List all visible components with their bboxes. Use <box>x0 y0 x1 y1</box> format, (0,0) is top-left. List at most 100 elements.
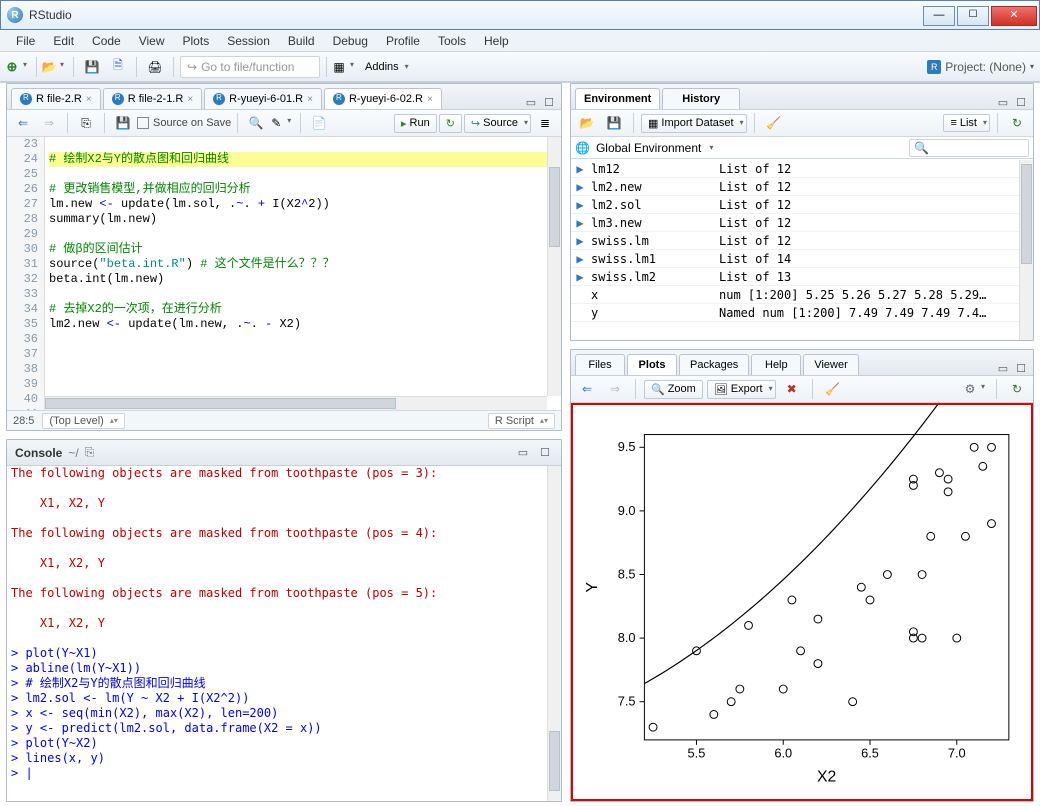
menu-view[interactable]: View <box>131 32 173 50</box>
menu-file[interactable]: File <box>8 32 43 50</box>
editor-hscrollbar[interactable] <box>45 396 547 410</box>
close-tab-icon[interactable]: × <box>307 94 313 105</box>
show-in-new-window-button[interactable]: ⎘ <box>74 112 98 134</box>
clear-workspace-button[interactable]: 🧹 <box>762 112 786 134</box>
environment-scope-selector[interactable]: Global Environment <box>594 140 715 156</box>
env-row[interactable]: xnum [1:200] 5.25 5.26 5.27 5.28 5.29… <box>571 286 1019 304</box>
load-workspace-button[interactable]: 📂 <box>575 112 599 134</box>
goto-file-input[interactable]: ↪ Go to file/function <box>180 56 320 78</box>
back-button[interactable]: ⇐ <box>11 112 35 134</box>
prev-plot-button[interactable]: ⇐ <box>575 378 599 400</box>
menu-tools[interactable]: Tools <box>430 32 474 50</box>
close-button[interactable]: ✕ <box>991 6 1037 26</box>
pane-minimize-icon[interactable]: ▭ <box>995 361 1011 375</box>
clear-plots-button[interactable]: 🧹 <box>821 378 845 400</box>
tab-help[interactable]: Help <box>751 354 801 375</box>
tab-plots[interactable]: Plots <box>627 354 677 375</box>
env-vscrollbar[interactable] <box>1019 160 1033 340</box>
expand-icon[interactable]: ▶ <box>571 198 589 212</box>
expand-icon[interactable]: ▶ <box>571 162 589 176</box>
console-vscrollbar[interactable] <box>547 466 561 801</box>
expand-icon[interactable]: ▶ <box>571 234 589 248</box>
find-button[interactable]: 🔍 <box>244 112 268 134</box>
menu-code[interactable]: Code <box>84 32 129 50</box>
env-row[interactable]: ▶swiss.lm2List of 13 <box>571 268 1019 286</box>
editor-vscrollbar[interactable] <box>547 137 561 396</box>
scope-selector[interactable]: (Top Level)▴▾ <box>42 413 124 429</box>
source-button[interactable]: ↪Source <box>464 114 531 133</box>
tab-environment[interactable]: Environment <box>575 88 660 109</box>
next-plot-button[interactable]: ⇒ <box>603 378 627 400</box>
pane-maximize-icon[interactable]: ☐ <box>1013 361 1029 375</box>
menu-debug[interactable]: Debug <box>325 32 376 50</box>
pane-minimize-icon[interactable]: ▭ <box>523 95 539 109</box>
refresh-env-button[interactable]: ↻ <box>1005 112 1029 134</box>
source-tab[interactable]: R file-2-1.R× <box>103 88 202 109</box>
file-type-selector[interactable]: R Script▴▾ <box>488 413 555 429</box>
run-button[interactable]: ▸Run <box>394 114 437 133</box>
tab-files[interactable]: Files <box>575 354 625 375</box>
expand-icon[interactable]: ▶ <box>571 180 589 194</box>
pane-minimize-icon[interactable]: ▭ <box>995 95 1011 109</box>
menu-profile[interactable]: Profile <box>378 32 428 50</box>
menu-help[interactable]: Help <box>476 32 517 50</box>
expand-icon[interactable]: ▶ <box>571 216 589 230</box>
console-popout-icon[interactable]: ⎘ <box>85 445 95 460</box>
tab-viewer[interactable]: Viewer <box>803 354 858 375</box>
menu-edit[interactable]: Edit <box>45 32 82 50</box>
pane-maximize-icon[interactable]: ☐ <box>537 446 553 460</box>
minimize-button[interactable]: — <box>923 6 955 26</box>
save-workspace-button[interactable]: 💾 <box>602 112 626 134</box>
refresh-plot-button[interactable]: ↻ <box>1005 378 1029 400</box>
env-row[interactable]: ▶lm12List of 12 <box>571 160 1019 178</box>
menu-plots[interactable]: Plots <box>175 32 218 50</box>
new-file-button[interactable]: ⊕ <box>6 56 30 78</box>
source-tab[interactable]: R-yueyi-6-02.R× <box>324 88 442 109</box>
export-button[interactable]: 🖼 Export <box>707 380 776 399</box>
list-view-button[interactable]: ≡ List <box>943 114 990 132</box>
outline-button[interactable]: ≣ <box>533 112 557 134</box>
wand-button[interactable]: ✎ <box>270 112 294 134</box>
project-menu[interactable]: R Project: (None) ▾ <box>927 60 1034 74</box>
env-row[interactable]: yNamed num [1:200] 7.49 7.49 7.49 7.4… <box>571 304 1019 322</box>
env-row[interactable]: ▶swiss.lm1List of 14 <box>571 250 1019 268</box>
save-button[interactable]: 💾 <box>80 56 104 78</box>
tab-packages[interactable]: Packages <box>679 354 749 375</box>
expand-icon[interactable]: ▶ <box>571 270 589 284</box>
open-file-button[interactable]: 📂 <box>43 56 67 78</box>
expand-icon[interactable] <box>571 306 589 320</box>
vertical-splitter[interactable] <box>562 83 570 806</box>
rerun-button[interactable]: ↻ <box>439 114 462 133</box>
print-button[interactable]: 🖨 <box>143 56 167 78</box>
pane-maximize-icon[interactable]: ☐ <box>541 95 557 109</box>
pane-minimize-icon[interactable]: ▭ <box>515 446 531 460</box>
source-tab[interactable]: R-yueyi-6-01.R× <box>204 88 322 109</box>
forward-button[interactable]: ⇒ <box>37 112 61 134</box>
plot-gear-button[interactable]: ⚙ <box>964 378 988 400</box>
env-row[interactable]: ▶lm2.solList of 12 <box>571 196 1019 214</box>
menu-build[interactable]: Build <box>280 32 323 50</box>
expand-icon[interactable] <box>571 288 589 302</box>
save-current-button[interactable]: 💾 <box>111 112 135 134</box>
pane-maximize-icon[interactable]: ☐ <box>1013 95 1029 109</box>
close-tab-icon[interactable]: × <box>427 94 433 105</box>
save-all-button[interactable]: 🗎 <box>106 56 130 78</box>
source-tab[interactable]: R file-2.R× <box>11 88 101 109</box>
code-editor[interactable]: 23242526272829303132333435363738394041 #… <box>7 137 561 410</box>
addins-menu[interactable]: Addins <box>359 59 411 75</box>
zoom-button[interactable]: 🔍Zoom <box>644 380 703 399</box>
close-tab-icon[interactable]: × <box>86 94 92 105</box>
source-on-save-checkbox[interactable] <box>137 117 149 129</box>
remove-plot-button[interactable]: ✖ <box>780 378 804 400</box>
grid-button[interactable]: ▦ <box>333 56 357 78</box>
close-tab-icon[interactable]: × <box>187 94 193 105</box>
tab-history[interactable]: History <box>662 88 740 109</box>
maximize-button[interactable]: ☐ <box>957 6 989 26</box>
compile-report-button[interactable]: 📄 <box>307 112 331 134</box>
import-dataset-button[interactable]: ▦ Import Dataset <box>641 114 747 133</box>
expand-icon[interactable]: ▶ <box>571 252 589 266</box>
env-row[interactable]: ▶lm2.newList of 12 <box>571 178 1019 196</box>
env-row[interactable]: ▶swiss.lmList of 12 <box>571 232 1019 250</box>
console-output[interactable]: The following objects are masked from to… <box>11 466 547 801</box>
environment-search[interactable]: 🔍 <box>909 139 1029 157</box>
